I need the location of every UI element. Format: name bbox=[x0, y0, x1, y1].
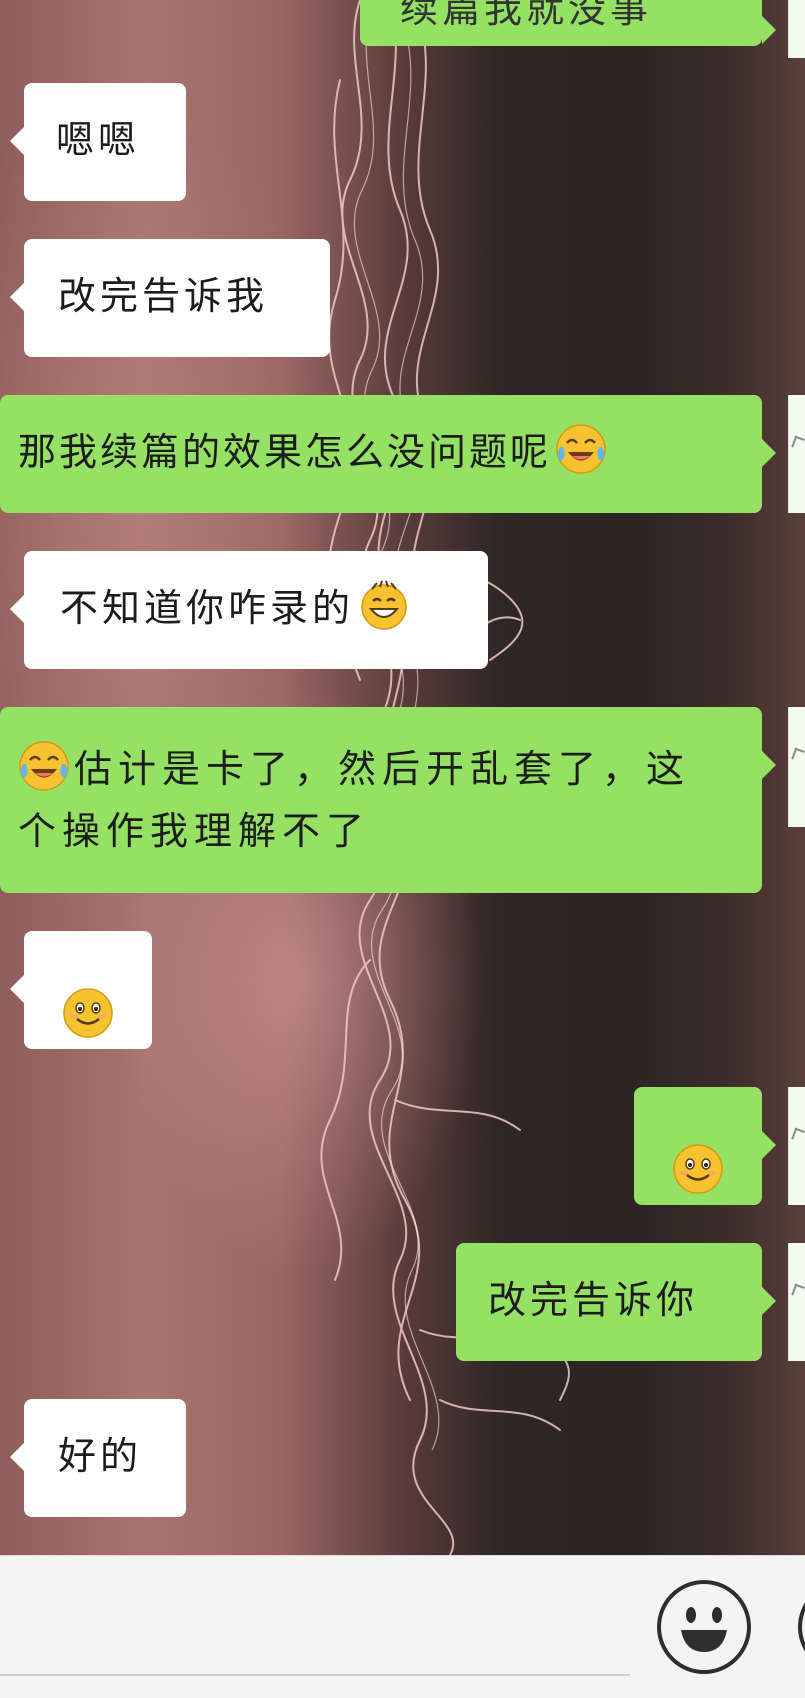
more-options-button[interactable] bbox=[798, 1580, 805, 1674]
laughing-crying-emoji-icon bbox=[555, 423, 607, 475]
incoming-message-bubble[interactable]: 好的 bbox=[10, 1399, 186, 1517]
outgoing-message-bubble[interactable] bbox=[634, 1087, 776, 1205]
chat-input-bar bbox=[0, 1555, 805, 1698]
message-text: 嗯嗯 bbox=[56, 118, 141, 162]
message-input[interactable] bbox=[0, 1556, 630, 1676]
message-text: 那我续篇的效果怎么没问题呢 bbox=[18, 430, 552, 474]
outgoing-message-bubble[interactable]: 估计是卡了，然后开乱套了，这个操作我理解不了 bbox=[0, 707, 776, 893]
own-avatar[interactable] bbox=[788, 707, 805, 827]
message-text: 好的 bbox=[58, 1434, 143, 1478]
own-avatar[interactable] bbox=[788, 0, 805, 58]
outgoing-message-bubble[interactable]: 那我续篇的效果怎么没问题呢 bbox=[0, 395, 776, 513]
own-avatar[interactable] bbox=[788, 1243, 805, 1361]
incoming-message-bubble[interactable]: 改完告诉我 bbox=[10, 239, 330, 357]
outgoing-message-bubble[interactable]: 改完告诉你 bbox=[456, 1243, 776, 1361]
emoji-button[interactable] bbox=[657, 1580, 751, 1674]
message-text: 续篇我就没事 bbox=[400, 0, 653, 31]
smile-emoji-icon bbox=[672, 1123, 724, 1194]
chat-screen: 续篇我就没事 嗯嗯 改完告诉我 那我续篇的效果怎么没问题呢 不知道你咋录的 估计… bbox=[0, 0, 805, 1698]
message-text: 不知道你咋录的 bbox=[60, 586, 355, 630]
message-text: 改完告诉我 bbox=[58, 274, 269, 318]
own-avatar[interactable] bbox=[788, 395, 805, 513]
incoming-message-bubble[interactable] bbox=[10, 931, 152, 1049]
laughing-crying-emoji-icon bbox=[18, 740, 70, 792]
own-avatar[interactable] bbox=[788, 1087, 805, 1205]
outgoing-message-bubble[interactable]: 续篇我就没事 bbox=[360, 0, 776, 46]
incoming-message-bubble[interactable]: 嗯嗯 bbox=[10, 83, 186, 201]
smile-emoji-icon bbox=[62, 967, 114, 1038]
message-text: 估计是卡了，然后开乱套了，这个操作我理解不了 bbox=[18, 747, 691, 853]
grinning-emoji-icon bbox=[358, 579, 410, 631]
incoming-message-bubble[interactable]: 不知道你咋录的 bbox=[10, 551, 488, 669]
message-text: 改完告诉你 bbox=[488, 1278, 699, 1322]
emoji-face-icon bbox=[681, 1607, 727, 1652]
